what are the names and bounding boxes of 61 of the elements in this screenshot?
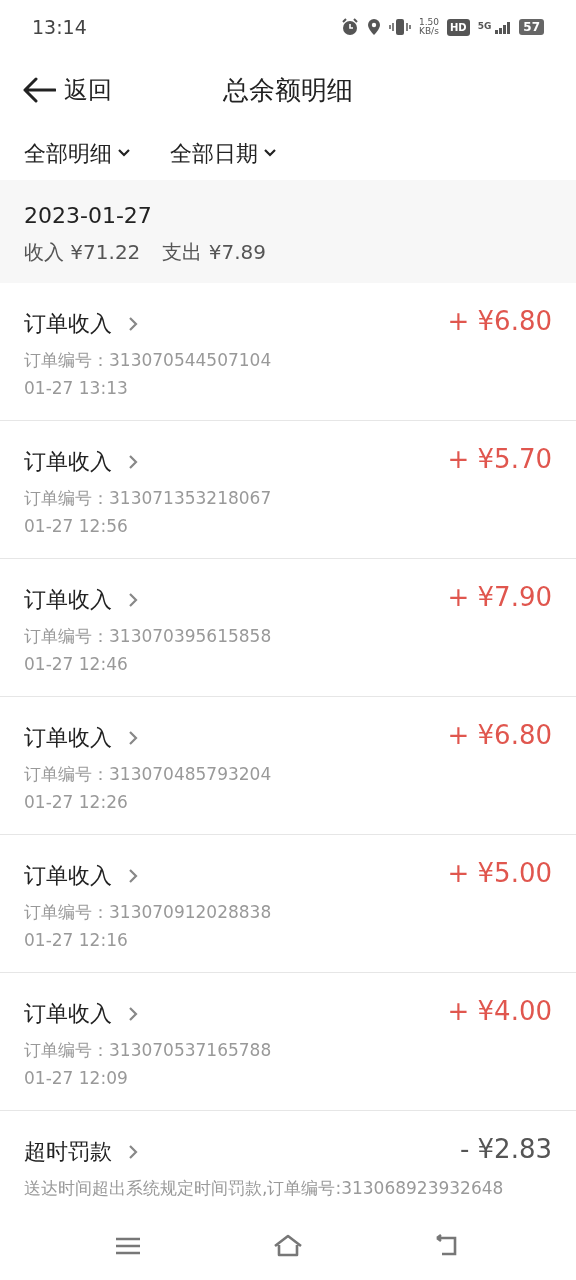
chevron-right-icon <box>128 868 138 883</box>
caret-icon <box>264 149 276 157</box>
transaction-title: 订单收入 <box>24 586 112 614</box>
transaction-amount: + ¥6.80 <box>447 721 552 750</box>
transaction-time: 01-27 12:16 <box>24 929 129 953</box>
transaction-title: 订单收入 <box>24 310 112 338</box>
chevron-right-icon <box>128 1006 138 1021</box>
transaction-time: 01-27 12:46 <box>24 653 129 677</box>
transaction-title: 订单收入 <box>24 1000 112 1028</box>
battery-indicator: 57 <box>519 19 544 35</box>
order-number: 订单编号：313071353218067 <box>24 487 273 510</box>
alarm-icon <box>340 18 359 36</box>
order-number: 订单编号：313070485793204 <box>24 763 273 786</box>
transaction-time: 01-27 12:26 <box>24 791 129 815</box>
transaction-row[interactable]: 订单收入 + ¥4.00 订单编号：313070537165788 01-27 12:09 <box>0 973 576 1111</box>
transaction-amount: + ¥6.80 <box>447 307 552 336</box>
chevron-right-icon <box>128 730 138 745</box>
order-number: 订单编号：313070537165788 <box>24 1039 273 1062</box>
chevron-right-icon <box>128 316 138 331</box>
filter-dropdown[interactable]: 全部明细 <box>24 136 130 170</box>
transaction-amount: + ¥7.90 <box>447 583 552 612</box>
transaction-time: 01-27 12:09 <box>24 1067 129 1091</box>
expense-total: 支出 ¥7.89 <box>162 238 266 266</box>
transaction-row[interactable]: 订单收入 + ¥7.90 订单编号：313070395615858 01-27 12:46 <box>0 559 576 697</box>
transaction-row[interactable]: 订单收入 + ¥6.80 订单编号：313070544507104 01-27 13:13 <box>0 283 576 421</box>
status-time: 13:14 <box>32 14 87 40</box>
transaction-time: 01-27 12:56 <box>24 515 129 539</box>
caret-icon <box>118 149 130 157</box>
transaction-title: 订单收入 <box>24 862 112 890</box>
speed-unit: KB/s <box>418 27 439 36</box>
chevron-right-icon <box>128 454 138 469</box>
income-total: 收入 ¥71.22 <box>24 238 141 266</box>
transaction-amount: + ¥4.00 <box>447 997 552 1026</box>
back-button[interactable]: 返回 <box>22 72 112 108</box>
transaction-row[interactable]: 订单收入 + ¥5.00 订单编号：313070912028838 01-27 12:16 <box>0 835 576 973</box>
chevron-right-icon <box>128 592 138 607</box>
order-number: 订单编号：313070912028838 <box>24 901 273 924</box>
home-icon <box>272 1233 304 1257</box>
order-number: 订单编号：313070544507104 <box>24 349 273 372</box>
speed-value: 1.50 <box>418 18 439 27</box>
transaction-title: 订单收入 <box>24 724 112 752</box>
page-title: 总余额明细 <box>223 74 353 105</box>
transaction-title: 超时罚款 <box>24 1138 112 1166</box>
hd-badge: HD <box>446 18 470 36</box>
chevron-right-icon <box>128 1144 138 1159</box>
order-number: 订单编号：313070395615858 <box>24 625 273 648</box>
filter-dropdown[interactable]: 全部日期 <box>170 136 276 170</box>
transaction-amount: - ¥2.83 <box>459 1135 552 1164</box>
transaction-title: 订单收入 <box>24 448 112 476</box>
transaction-amount: + ¥5.00 <box>447 859 552 888</box>
network-label: 5G <box>477 20 492 34</box>
summary-date: 2023-01-27 <box>24 202 153 230</box>
transaction-row[interactable]: 订单收入 + ¥6.80 订单编号：313070485793204 01-27 12:26 <box>0 697 576 835</box>
transaction-row[interactable]: 订单收入 + ¥5.70 订单编号：313071353218067 01-27 12:56 <box>0 421 576 559</box>
transaction-time: 01-27 13:13 <box>24 377 129 401</box>
location-icon <box>366 18 381 36</box>
back-arrow-icon <box>22 77 56 103</box>
order-number: 送达时间超出系统规定时间罚款,订单编号:313068923932648 <box>24 1177 505 1200</box>
signal-icon <box>495 21 512 34</box>
vibrate-icon <box>388 18 411 36</box>
transaction-amount: + ¥5.70 <box>447 445 552 474</box>
